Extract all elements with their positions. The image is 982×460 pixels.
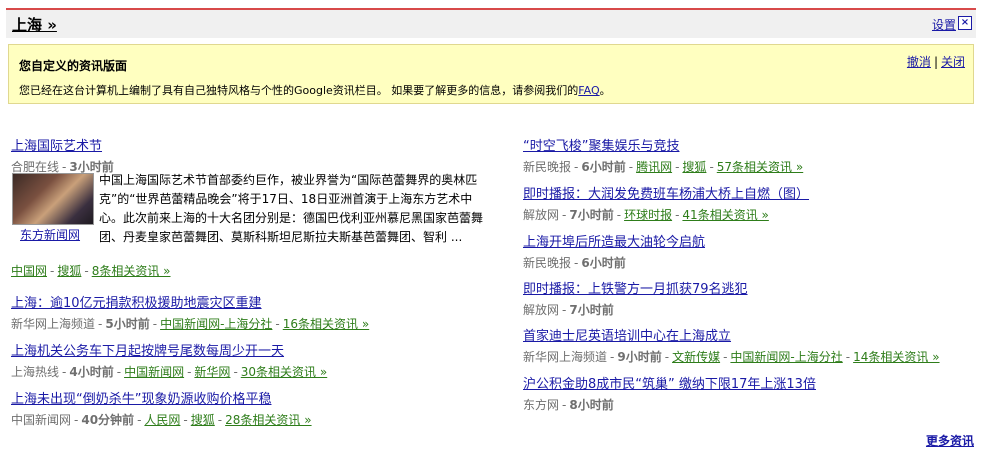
- featured-story-snippet: 中国上海国际艺术节首部委约巨作，被业界誉为“国际芭蕾舞界的奥林匹克”的“世界芭蕾…: [99, 173, 484, 244]
- photo-source-link[interactable]: 东方新闻网: [20, 226, 80, 243]
- related-articles-link[interactable]: 57条相关资讯 »: [717, 160, 803, 174]
- story-source: 中国新闻网: [11, 413, 72, 427]
- news-story: 上海：逾10亿元捐款积极援助地震灾区重建 新华网上海频道 -5小时前 - 中国新闻网-…: [11, 292, 369, 332]
- story-time: 5小时前: [105, 317, 150, 331]
- featured-story-links: 中国网 - 搜狐 -8条相关资讯 »: [11, 264, 171, 278]
- source-link[interactable]: 搜狐: [191, 413, 215, 427]
- related-articles-link[interactable]: 30条相关资讯 »: [241, 365, 327, 379]
- source-link[interactable]: 中国新闻网-上海分社: [160, 317, 272, 331]
- story-title[interactable]: 沪公积金助8成市民“筑巢” 缴纳下限17年上涨13倍: [523, 373, 816, 392]
- section-title-link[interactable]: 上海 »: [12, 14, 57, 35]
- related-articles-link[interactable]: 14条相关资讯 »: [853, 350, 939, 364]
- source-link[interactable]: 腾讯网: [636, 160, 672, 174]
- news-story: 即时播报：上铁警方一月抓获79名逃犯 解放网 -7小时前: [523, 278, 748, 318]
- news-story: 上海未出现“倒奶杀牛”现象奶源收购价格平稳 中国新闻网 -40分钟前 - 人民网 - 搜狐…: [11, 388, 312, 428]
- story-title[interactable]: “时空飞梭”聚集娱乐与竞技: [523, 135, 803, 154]
- story-title[interactable]: 即时播报：大润发免费班车杨浦大桥上自燃（图）: [523, 183, 809, 202]
- news-story: 沪公积金助8成市民“筑巢” 缴纳下限17年上涨13倍 东方网 -8小时前: [523, 373, 816, 413]
- source-link[interactable]: 中国新闻网: [124, 365, 184, 379]
- story-source: 新民晚报: [523, 160, 572, 174]
- notice-body: 您已经在这台计算机上编制了具有自己独特风格与个性的Google资讯栏目。 如果要…: [19, 82, 611, 98]
- source-link[interactable]: 新华网: [194, 365, 230, 379]
- notice-separator: |: [933, 55, 938, 69]
- story-title[interactable]: 上海：逾10亿元捐款积极援助地震灾区重建: [11, 292, 369, 311]
- faq-link[interactable]: FAQ: [578, 84, 599, 97]
- story-title[interactable]: 上海机关公务车下月起按牌号尾数每周少开一天: [11, 340, 327, 359]
- source-link[interactable]: 搜狐: [57, 264, 81, 278]
- news-story: 上海开埠后所造最大油轮今启航 新民晚报 -6小时前: [523, 231, 705, 271]
- featured-story-photo[interactable]: [12, 173, 94, 225]
- story-time: 6小时前: [581, 160, 626, 174]
- notice-body-end: 。: [599, 84, 611, 97]
- customization-notice: 您自定义的资讯版面 您已经在这台计算机上编制了具有自己独特风格与个性的Googl…: [8, 44, 974, 104]
- story-source: 新华网上海频道: [11, 317, 96, 331]
- related-articles-link[interactable]: 16条相关资讯 »: [283, 317, 369, 331]
- section-header: 上海 » 设置 ×: [6, 8, 976, 38]
- related-articles-link[interactable]: 41条相关资讯 »: [682, 208, 768, 222]
- story-time: 7小时前: [569, 208, 614, 222]
- notice-actions: 撤消 | 关闭: [907, 53, 965, 70]
- story-time: 40分钟前: [81, 413, 135, 427]
- story-time: 8小时前: [569, 398, 614, 412]
- news-story: “时空飞梭”聚集娱乐与竞技 新民晚报 -6小时前 - 腾讯网 - 搜狐 -57条相关资讯 »: [523, 135, 803, 175]
- story-source: 新民晚报: [523, 256, 572, 270]
- settings-link[interactable]: 设置: [932, 16, 956, 33]
- story-source: 东方网: [523, 398, 560, 412]
- source-link[interactable]: 环球时报: [624, 208, 672, 222]
- source-link[interactable]: 中国网: [11, 264, 47, 278]
- close-section-icon[interactable]: ×: [958, 16, 972, 30]
- news-story: 首家迪士尼英语培训中心在上海成立 新华网上海频道 -9小时前 - 文新传媒 - 中国新闻网…: [523, 325, 940, 365]
- news-story: 上海机关公务车下月起按牌号尾数每周少开一天 上海热线 -4小时前 - 中国新闻网 - 新华…: [11, 340, 327, 380]
- story-time: 4小时前: [69, 365, 114, 379]
- story-source: 新华网上海频道: [523, 350, 608, 364]
- undo-link[interactable]: 撤消: [907, 55, 931, 69]
- related-articles-link[interactable]: 8条相关资讯 »: [92, 264, 171, 278]
- story-source: 合肥在线: [11, 160, 60, 174]
- story-title[interactable]: 上海未出现“倒奶杀牛”现象奶源收购价格平稳: [11, 388, 312, 407]
- close-notice-link[interactable]: 关闭: [941, 55, 965, 69]
- story-title[interactable]: 上海开埠后所造最大油轮今启航: [523, 231, 705, 250]
- source-link[interactable]: 人民网: [144, 413, 180, 427]
- featured-story: 上海国际艺术节 合肥在线 -3小时前: [11, 135, 114, 175]
- story-source: 上海热线: [11, 365, 60, 379]
- featured-story-title[interactable]: 上海国际艺术节: [11, 135, 114, 154]
- story-title[interactable]: 即时播报：上铁警方一月抓获79名逃犯: [523, 278, 748, 297]
- story-time: 9小时前: [617, 350, 662, 364]
- story-time: 6小时前: [581, 256, 626, 270]
- story-time: 7小时前: [569, 303, 614, 317]
- story-title[interactable]: 首家迪士尼英语培训中心在上海成立: [523, 325, 940, 344]
- source-link[interactable]: 中国新闻网-上海分社: [730, 350, 842, 364]
- notice-title: 您自定义的资讯版面: [19, 59, 128, 73]
- more-news-link[interactable]: 更多资讯: [926, 432, 974, 449]
- news-story: 即时播报：大润发免费班车杨浦大桥上自燃（图） 解放网 -7小时前 - 环球时报 -41条…: [523, 183, 809, 223]
- story-source: 解放网: [523, 303, 560, 317]
- notice-body-text: 您已经在这台计算机上编制了具有自己独特风格与个性的Google资讯栏目。 如果要…: [19, 84, 579, 97]
- story-source: 解放网: [523, 208, 560, 222]
- source-link[interactable]: 文新传媒: [672, 350, 720, 364]
- source-link[interactable]: 搜狐: [682, 160, 706, 174]
- related-articles-link[interactable]: 28条相关资讯 »: [225, 413, 311, 427]
